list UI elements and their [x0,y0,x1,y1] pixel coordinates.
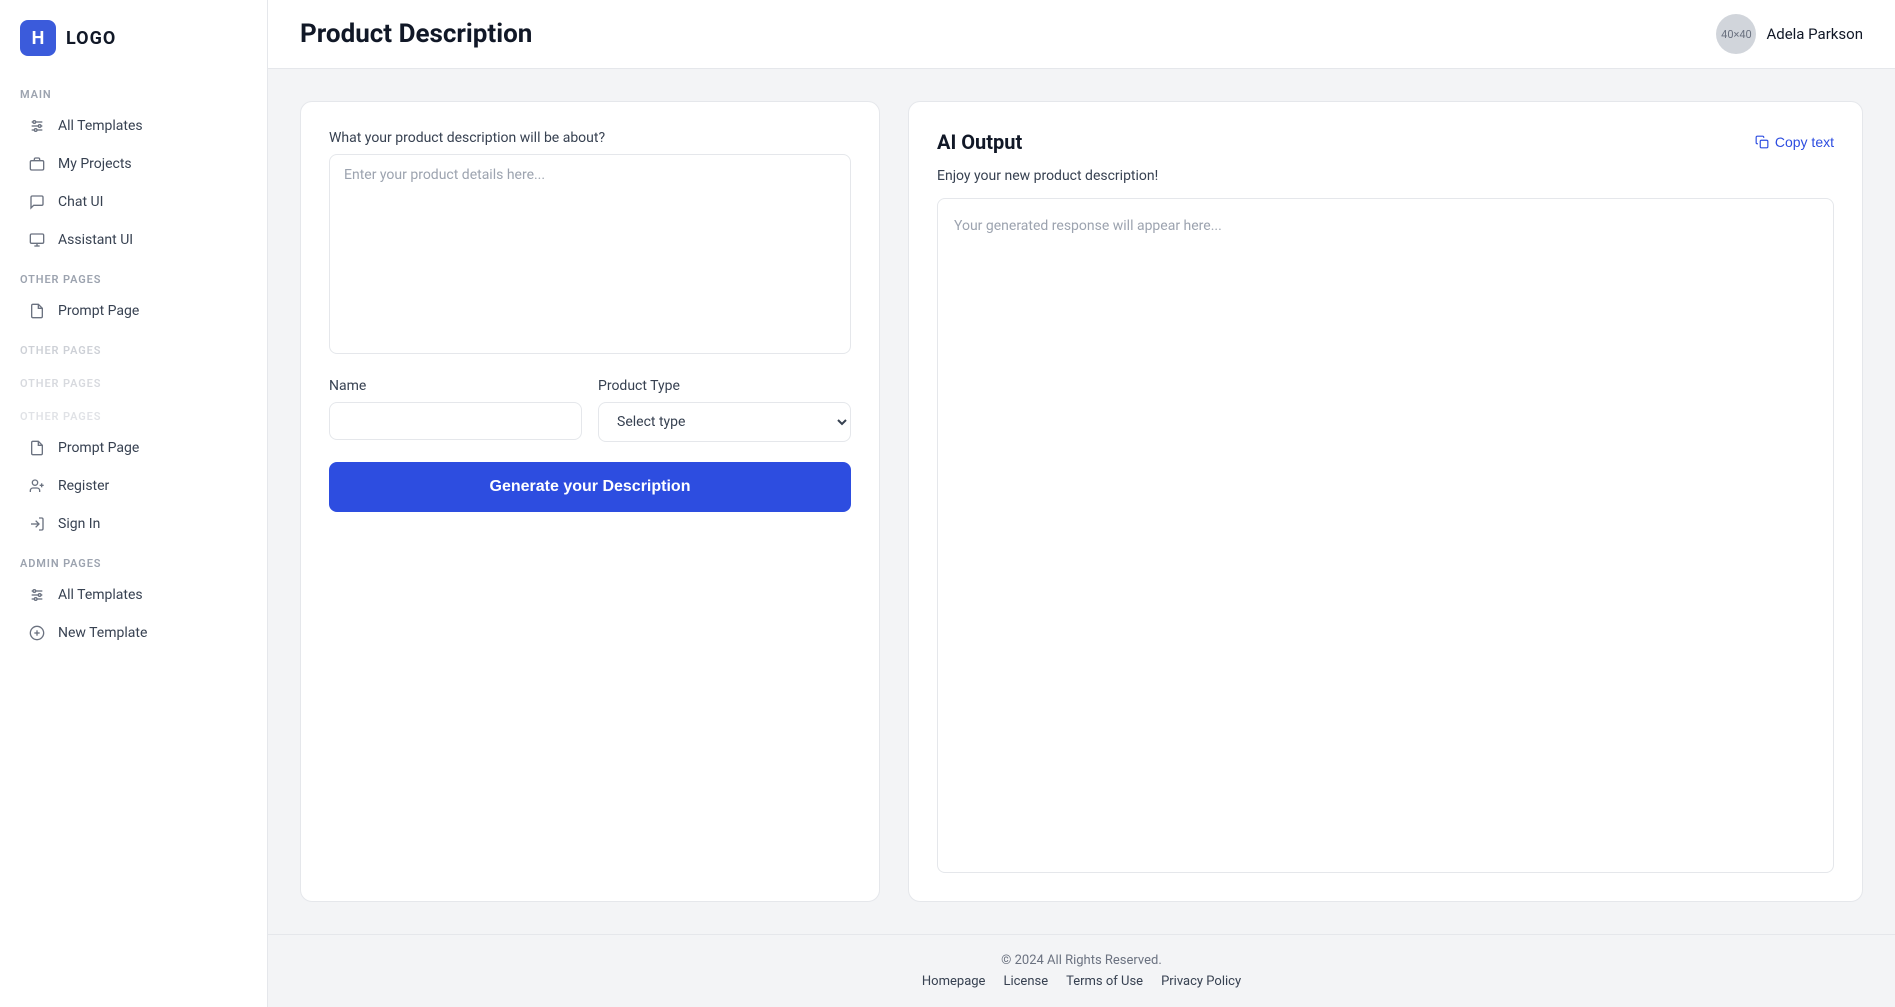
sidebar-item-sign-in[interactable]: Sign In [8,506,259,542]
content-area: What your product description will be ab… [268,69,1895,934]
sidebar-label-prompt-page-1: Prompt Page [58,303,139,319]
sidebar-item-chat-ui[interactable]: Chat UI [8,184,259,220]
sidebar-label-prompt-page-2: Prompt Page [58,440,139,456]
sidebar-item-prompt-page-1[interactable]: Prompt Page [8,293,259,329]
user-name: Adela Parkson [1766,25,1863,43]
output-box: Your generated response will appear here… [937,198,1834,873]
copy-button[interactable]: Copy text [1755,134,1834,150]
avatar: 40×40 [1716,14,1756,54]
admin-sliders-icon [28,586,46,604]
logo-area: H LOGO [0,0,267,74]
sidebar-item-assistant-ui[interactable]: Assistant UI [8,222,259,258]
footer-link[interactable]: Terms of Use [1066,974,1143,989]
sliders-icon [28,117,46,135]
sidebar-item-all-templates[interactable]: All Templates [8,108,259,144]
logo-text: LOGO [66,28,116,49]
name-label: Name [329,378,582,394]
sidebar-item-my-projects[interactable]: My Projects [8,146,259,182]
file-icon-2 [28,439,46,457]
sidebar-label-my-projects: My Projects [58,156,132,172]
output-header: AI Output Copy text [937,130,1834,154]
product-type-select[interactable]: Select typeElectronicsClothingFoodSoftwa… [598,402,851,442]
other-pages-label-1: OTHER PAGES [0,259,267,292]
sidebar-item-new-template[interactable]: New Template [8,615,259,651]
sidebar-label-chat-ui: Chat UI [58,194,103,210]
main-section-label: MAIN [0,74,267,107]
description-label: What your product description will be ab… [329,130,851,146]
copy-button-label: Copy text [1775,134,1834,150]
monitor-icon [28,231,46,249]
footer-link[interactable]: Homepage [922,974,986,989]
file-icon-1 [28,302,46,320]
sidebar-item-admin-all-templates[interactable]: All Templates [8,577,259,613]
generate-button[interactable]: Generate your Description [329,462,851,512]
sidebar-label-register: Register [58,478,109,494]
right-panel: AI Output Copy text Enjoy your new produ… [908,101,1863,902]
product-type-field-group: Product Type Select typeElectronicsCloth… [598,378,851,442]
logo-icon: H [20,20,56,56]
footer-link[interactable]: Privacy Policy [1161,974,1241,989]
briefcase-icon [28,155,46,173]
copy-icon [1755,135,1769,149]
output-title: AI Output [937,130,1022,154]
main-content: Product Description 40×40 Adela Parkson … [268,0,1895,1007]
sidebar-item-register[interactable]: Register [8,468,259,504]
footer-link[interactable]: License [1003,974,1048,989]
name-field-group: Name [329,378,582,442]
user-plus-icon [28,477,46,495]
log-in-icon [28,515,46,533]
sidebar-label-all-templates: All Templates [58,118,143,134]
plus-circle-icon [28,624,46,642]
other-pages-label-2: OTHER PAGES [0,330,267,363]
description-field-group: What your product description will be ab… [329,130,851,358]
sidebar-label-assistant-ui: Assistant UI [58,232,133,248]
sidebar-label-admin-all-templates: All Templates [58,587,143,603]
product-description-textarea[interactable] [329,154,851,354]
sidebar-label-new-template: New Template [58,625,147,641]
admin-section-label: ADMIN PAGES [0,543,267,576]
name-input[interactable] [329,402,582,440]
sidebar-label-sign-in: Sign In [58,516,100,532]
sidebar-item-prompt-page-2[interactable]: Prompt Page [8,430,259,466]
page-title: Product Description [300,19,532,49]
footer: © 2024 All Rights Reserved. Homepage Lice… [268,934,1895,1007]
sidebar: H LOGO MAIN All Templates My Projects Ch… [0,0,268,1007]
product-type-label: Product Type [598,378,851,394]
output-subtitle: Enjoy your new product description! [937,168,1834,184]
footer-copyright: © 2024 All Rights Reserved. [300,953,1863,968]
fields-row: Name Product Type Select typeElectronics… [329,378,851,442]
other-pages-label-3: OTHER PAGES [0,363,267,396]
footer-links: Homepage License Terms of Use Privacy Polic… [300,974,1863,989]
left-panel: What your product description will be ab… [300,101,880,902]
chat-icon [28,193,46,211]
other-pages-label-4: OTHER PAGES [0,396,267,429]
output-placeholder: Your generated response will appear here… [954,218,1222,234]
top-header: Product Description 40×40 Adela Parkson [268,0,1895,69]
user-area: 40×40 Adela Parkson [1716,14,1863,54]
